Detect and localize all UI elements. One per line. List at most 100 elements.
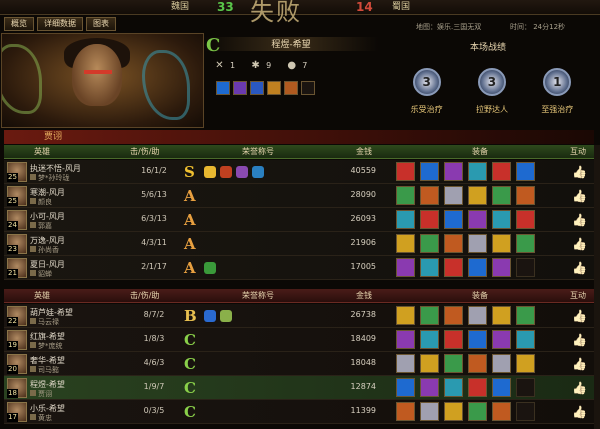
equip-slot[interactable]	[444, 210, 463, 229]
col-gold: 金钱	[356, 147, 372, 156]
equip-slot[interactable]	[492, 378, 511, 397]
equip-slot[interactable]	[468, 354, 487, 373]
equip-slot[interactable]	[468, 402, 487, 421]
equip-slot[interactable]	[420, 402, 439, 421]
like-icon[interactable]: 👍	[572, 355, 587, 373]
equip-slot[interactable]	[396, 378, 415, 397]
equip-slot[interactable]	[516, 162, 535, 181]
like-icon[interactable]: 👍	[572, 163, 587, 181]
tab-charts[interactable]: 图表	[86, 17, 116, 31]
equip-slot[interactable]	[444, 354, 463, 373]
equip-slot[interactable]	[444, 330, 463, 349]
equip-slot[interactable]	[420, 258, 439, 277]
equip-slot[interactable]	[492, 354, 511, 373]
equip-slot[interactable]	[492, 162, 511, 181]
equip-slot[interactable]	[492, 306, 511, 325]
green-team-header: 英雄 击/伤/助 荣誉称号 金钱 装备 互动	[4, 145, 594, 159]
like-icon[interactable]: 👍	[572, 259, 587, 277]
equip-slot[interactable]	[216, 81, 230, 95]
red-team-header: 英雄 击/伤/助 荣誉称号 金钱 装备 互动	[4, 289, 594, 303]
equip-slot[interactable]	[396, 306, 415, 325]
equip-slot[interactable]	[420, 234, 439, 253]
equip-slot[interactable]	[492, 186, 511, 205]
equip-slot[interactable]	[250, 81, 264, 95]
equip-slot[interactable]	[468, 162, 487, 181]
tab-details[interactable]: 详细数据	[37, 17, 83, 31]
equip-slot[interactable]	[444, 378, 463, 397]
equip-slot[interactable]	[420, 378, 439, 397]
equip-slot[interactable]	[444, 402, 463, 421]
equip-slot[interactable]	[396, 354, 415, 373]
equip-slot[interactable]	[444, 186, 463, 205]
table-row: 22 葫芦娃-希望 马云禄 8/7/2 B 26738 👍	[4, 304, 594, 328]
equip-slot[interactable]	[468, 234, 487, 253]
equip-slot[interactable]	[420, 306, 439, 325]
honor-icon[interactable]	[252, 166, 264, 178]
equip-slot[interactable]	[396, 162, 415, 181]
like-icon[interactable]: 👍	[572, 235, 587, 253]
gold-value: 26093	[350, 214, 376, 223]
equip-slot[interactable]	[492, 330, 511, 349]
equip-slot[interactable]	[444, 258, 463, 277]
equip-slot[interactable]	[468, 186, 487, 205]
honor-icons	[204, 310, 232, 322]
equip-slot[interactable]	[233, 81, 247, 95]
equip-slot[interactable]	[396, 210, 415, 229]
honor-icon[interactable]	[204, 262, 216, 274]
equip-slot[interactable]	[444, 234, 463, 253]
tab-overview[interactable]: 概览	[4, 17, 34, 31]
equip-slot[interactable]	[492, 258, 511, 277]
hero-level: 23	[7, 245, 18, 254]
equip-slot[interactable]	[468, 258, 487, 277]
equip-slot[interactable]	[396, 186, 415, 205]
equip-slot[interactable]	[284, 81, 298, 95]
rank-grade: B	[184, 307, 197, 325]
equip-slot[interactable]	[516, 234, 535, 253]
equip-slot[interactable]	[444, 162, 463, 181]
hero-portrait	[1, 33, 204, 128]
equip-slot[interactable]	[516, 306, 535, 325]
honor-icon[interactable]	[236, 166, 248, 178]
honor-icon[interactable]	[220, 166, 232, 178]
equip-slot[interactable]	[420, 210, 439, 229]
equip-slot[interactable]	[444, 306, 463, 325]
equip-slot[interactable]	[396, 330, 415, 349]
left-team-name: 魏国	[171, 2, 190, 12]
left-team-score: 33	[217, 0, 234, 14]
like-icon[interactable]: 👍	[572, 211, 587, 229]
equip-slot[interactable]	[420, 162, 439, 181]
equip-slot[interactable]	[396, 234, 415, 253]
equip-slot[interactable]	[396, 258, 415, 277]
equip-slot[interactable]	[468, 330, 487, 349]
equip-slot[interactable]	[492, 234, 511, 253]
honor-icon[interactable]	[204, 166, 216, 178]
equip-slot[interactable]	[516, 354, 535, 373]
equip-slot[interactable]	[420, 354, 439, 373]
like-icon[interactable]: 👍	[572, 331, 587, 349]
honor-icon[interactable]	[220, 310, 232, 322]
equip-slot[interactable]	[468, 378, 487, 397]
equip-slot[interactable]	[420, 186, 439, 205]
like-icon[interactable]: 👍	[572, 307, 587, 325]
table-row: 19 红旗-希望 梦*庞统 1/8/3 C 18409 👍	[4, 328, 594, 352]
equip-slot[interactable]	[516, 186, 535, 205]
hero-level: 25	[7, 173, 18, 182]
like-icon[interactable]: 👍	[572, 187, 587, 205]
equip-slot[interactable]	[396, 402, 415, 421]
kda-value: 6/3/13	[141, 214, 167, 223]
badge-icon: 1	[543, 68, 572, 96]
equip-slot[interactable]	[267, 81, 281, 95]
equip-slot[interactable]	[492, 402, 511, 421]
equip-slot[interactable]	[420, 330, 439, 349]
equip-slot[interactable]	[468, 210, 487, 229]
player-hero-name: 梦*庞统	[38, 342, 63, 350]
equip-slot[interactable]	[468, 306, 487, 325]
scrollbar[interactable]	[594, 145, 600, 429]
equip-slot[interactable]	[492, 210, 511, 229]
hero-level: 25	[7, 197, 18, 206]
like-icon[interactable]: 👍	[572, 403, 587, 421]
like-icon[interactable]: 👍	[572, 379, 587, 397]
honor-icon[interactable]	[204, 310, 216, 322]
equip-slot[interactable]	[516, 330, 535, 349]
equip-slot[interactable]	[516, 210, 535, 229]
